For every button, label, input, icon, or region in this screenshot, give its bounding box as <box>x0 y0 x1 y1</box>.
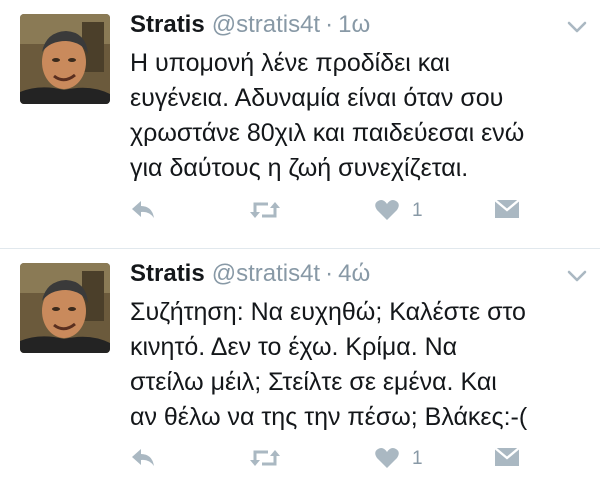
like-button[interactable] <box>374 198 400 224</box>
tweet-header: Stratis @stratis4t · 4ώ <box>130 259 588 289</box>
retweet-icon <box>250 202 280 218</box>
chevron-down-icon <box>567 270 587 282</box>
tweet-text-line: αν θέλω να της την πέσω; Βλάκες:-( <box>130 403 528 431</box>
retweet-button[interactable] <box>248 446 282 472</box>
avatar[interactable] <box>20 263 110 353</box>
reply-icon <box>132 449 154 466</box>
heart-icon <box>375 448 399 468</box>
like-button[interactable] <box>374 446 400 472</box>
display-name[interactable]: Stratis <box>130 259 205 289</box>
more-options-button[interactable] <box>566 16 588 38</box>
direct-message-button[interactable] <box>494 446 520 472</box>
reply-button[interactable] <box>130 446 156 472</box>
separator-dot: · <box>325 11 334 38</box>
display-name[interactable]: Stratis <box>130 10 205 40</box>
tweet[interactable]: Stratis @stratis4t · 4ώ Συζήτηση: Να ευχ… <box>0 248 600 496</box>
chevron-down-icon <box>567 21 587 33</box>
avatar-image <box>20 263 110 353</box>
direct-message-button[interactable] <box>494 198 520 224</box>
separator-dot: · <box>325 260 334 287</box>
heart-icon <box>375 200 399 220</box>
tweet-text-line: στείλω μέιλ; Στείλτε σε εμένα. Και <box>130 368 497 396</box>
tweet-text: Η υπομονή λένε προδίδει και ευγένεια. Αδ… <box>130 46 588 186</box>
tweet-content: Stratis @stratis4t · 4ώ Συζήτηση: Να ευχ… <box>130 259 588 435</box>
tweet-header: Stratis @stratis4t · 1ω <box>130 10 588 40</box>
direct-message-icon <box>494 199 520 218</box>
tweet-text-line: ευγένεια. Αδυναμία είναι όταν σου <box>130 84 504 112</box>
more-options-button[interactable] <box>566 265 588 287</box>
like-count: 1 <box>412 448 423 469</box>
reply-icon <box>132 201 154 218</box>
timeline: Stratis @stratis4t · 1ω Η υπομονή λένε π… <box>0 0 600 496</box>
tweet[interactable]: Stratis @stratis4t · 1ω Η υπομονή λένε π… <box>0 0 600 248</box>
retweet-icon <box>250 450 280 466</box>
tweet-actions: 1 <box>130 198 530 224</box>
tweet-text: Συζήτηση: Να ευχηθώ; Καλέστε στο κινητό.… <box>130 295 588 435</box>
tweet-text-line: χρωστάνε 80χιλ και παιδεύεσαι ενώ <box>130 119 525 147</box>
timestamp[interactable]: 4ώ <box>338 259 370 289</box>
tweet-content: Stratis @stratis4t · 1ω Η υπομονή λένε π… <box>130 10 588 186</box>
reply-button[interactable] <box>130 198 156 224</box>
tweet-actions: 1 <box>130 446 530 472</box>
user-handle[interactable]: @stratis4t <box>212 259 320 289</box>
tweet-text-line: για δαύτους η ζωή συνεχίζεται. <box>130 154 469 182</box>
avatar[interactable] <box>20 14 110 104</box>
tweet-text-line: Συζήτηση: Να ευχηθώ; Καλέστε στο <box>130 298 526 326</box>
direct-message-icon <box>494 447 520 466</box>
tweet-text-line: Η υπομονή λένε προδίδει και <box>130 49 450 77</box>
timestamp[interactable]: 1ω <box>338 10 370 40</box>
tweet-text-line: κινητό. Δεν το έχω. Κρίμα. Να <box>130 333 458 361</box>
user-handle[interactable]: @stratis4t <box>212 10 320 40</box>
like-count: 1 <box>412 200 423 221</box>
avatar-image <box>20 14 110 104</box>
retweet-button[interactable] <box>248 198 282 224</box>
